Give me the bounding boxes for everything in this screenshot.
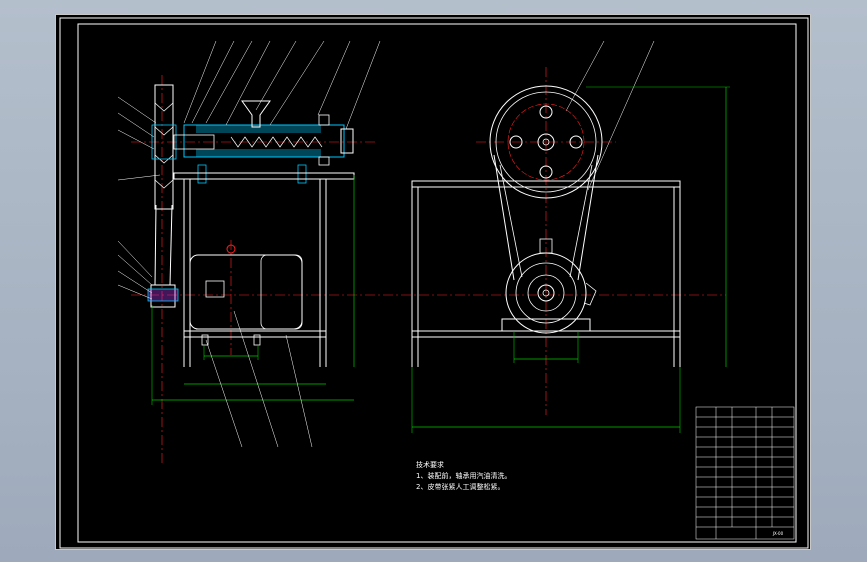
frame-mid-bar (183, 330, 327, 338)
belt-right (169, 204, 173, 286)
small-pulley-hub (147, 288, 179, 302)
belt-left (154, 204, 157, 286)
hopper (241, 100, 271, 128)
title-block (695, 406, 795, 540)
large-pulley-side (154, 84, 174, 210)
motor-end-cap (260, 254, 303, 330)
tech-req-title: 技术要求 (416, 461, 444, 469)
barrel-hatch-bottom (196, 149, 321, 157)
drawing-number: JX-00 (772, 531, 784, 536)
support-leg-right (297, 164, 307, 184)
motor-terminal-box (205, 280, 225, 298)
barrel-end-flange (340, 128, 354, 154)
belt-side-right (577, 154, 599, 281)
motor-body (189, 254, 303, 330)
tech-req-item-1: 1、装配前，轴承用汽油清洗。 (416, 472, 512, 480)
tech-req-item-2: 2、皮带张紧人工调整松紧。 (416, 483, 505, 491)
bolt-top (318, 114, 330, 126)
barrel-hatch-top (196, 125, 321, 133)
frame-top-bar (173, 172, 355, 180)
bolt-bottom (318, 156, 330, 166)
technical-requirements: 技术要求 1、装配前，轴承用汽油清洗。 2、皮带张紧人工调整松紧。 (416, 460, 511, 493)
support-leg-left (197, 164, 207, 184)
belt-side-left (493, 154, 515, 281)
cad-viewport[interactable]: JX-00 技术要求 1、装配前，轴承用汽油清洗。 2、皮带张紧人工调整松紧。 (55, 14, 811, 550)
leader-lines (117, 40, 655, 448)
